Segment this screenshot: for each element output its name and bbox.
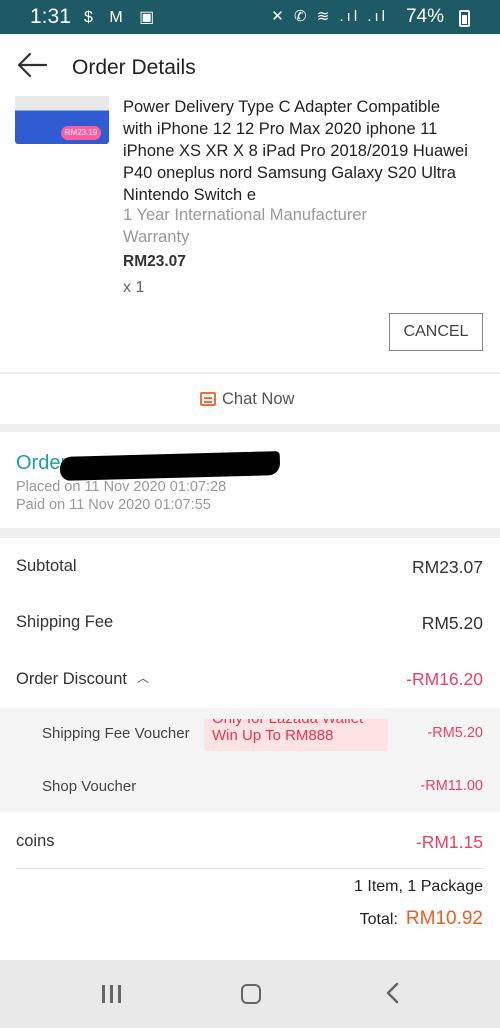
order-discount-text: Order Discount [16, 670, 127, 688]
paid-date: Paid on 11 Nov 2020 01:07:55 [16, 497, 211, 513]
shop-voucher-value: -RM11.00 [420, 778, 483, 794]
total-value: RM10.92 [405, 908, 483, 929]
subtotal-value: RM23.07 [411, 557, 483, 577]
shipping-voucher-value: -RM5.20 [427, 725, 483, 741]
total-label: Total: [359, 911, 398, 928]
coins-value: -RM1.15 [415, 832, 483, 852]
total-row: Total: RM10.92 [360, 908, 483, 930]
system-nav-bar [0, 960, 500, 1028]
promo-line-2: Win Up To RM888 [212, 727, 334, 744]
promo-tooltip[interactable]: Only for Lazada Wallet Win Up To RM888 [204, 719, 388, 751]
cancel-button[interactable]: CANCEL [389, 313, 483, 351]
coins-label: coins [16, 832, 55, 850]
battery-percent: 74% [405, 6, 444, 27]
shipping-fee-label: Shipping Fee [16, 613, 114, 631]
nav-back-icon[interactable] [384, 982, 400, 1004]
order-discount-value: -RM16.20 [406, 669, 483, 689]
payment-summary: Subtotal RM23.07 Shipping Fee RM5.20 Ord… [0, 538, 500, 960]
discount-breakdown: Shipping Fee Voucher -RM5.20 Only for La… [0, 708, 500, 812]
signal-icons: ✕ ✆ ≋ .ıl .ıl [271, 8, 388, 25]
status-time: 1:31 [30, 5, 71, 28]
chevron-up-icon[interactable]: ︿ [137, 669, 149, 686]
chat-now-label: Chat Now [222, 390, 295, 408]
redaction-mark [59, 451, 281, 481]
page-title: Order Details [72, 56, 196, 79]
order-discount-label: Order Discount ︿ [16, 669, 149, 689]
subtotal-label: Subtotal [16, 557, 77, 575]
chat-now-bar[interactable]: Chat Now [0, 373, 500, 424]
product-quantity: x 1 [123, 279, 145, 296]
back-arrow-icon[interactable] [16, 50, 48, 80]
shipping-fee-value: RM5.20 [421, 613, 483, 633]
summary-divider [16, 868, 484, 869]
status-bar: 1:31 $ M ▣ ✕ ✆ ≋ .ıl .ıl 74% [0, 0, 500, 34]
notification-icons: $ M ▣ [84, 9, 161, 26]
chat-icon [200, 392, 216, 406]
product-card: RM23.19 Power Delivery Type C Adapter Co… [0, 96, 500, 372]
placed-date: Placed on 11 Nov 2020 01:07:28 [16, 479, 227, 495]
thumbnail-price-badge: RM23.19 [61, 126, 101, 140]
product-price: RM23.07 [123, 253, 186, 270]
app-header: Order Details [0, 34, 500, 96]
product-warranty: 1 Year International Manufacturer Warran… [123, 206, 367, 246]
order-info: Order Placed on 11 Nov 2020 01:07:28 Pai… [0, 432, 500, 528]
shop-voucher-label: Shop Voucher [42, 778, 137, 795]
battery-icon [459, 10, 470, 27]
product-name[interactable]: Power Delivery Type C Adapter Compatible… [123, 96, 473, 206]
shipping-voucher-label: Shipping Fee Voucher [42, 725, 190, 742]
chat-now-button[interactable]: Chat Now [200, 390, 294, 409]
product-thumbnail[interactable]: RM23.19 [15, 96, 109, 144]
promo-line-1: Only for Lazada Wallet [212, 719, 363, 727]
items-package-count: 1 Item, 1 Package [354, 878, 483, 895]
home-icon[interactable] [241, 984, 261, 1004]
recent-apps-icon[interactable] [102, 985, 122, 1003]
